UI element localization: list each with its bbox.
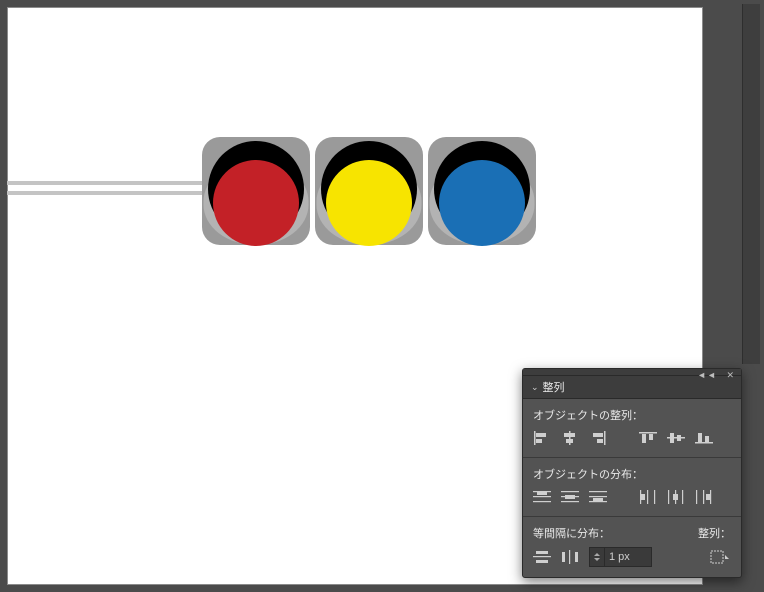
stepper-icon[interactable] [590,548,605,566]
vertical-align-center-button[interactable] [667,429,685,447]
red-bulb [213,160,299,246]
horizontal-distribute-left-button[interactable] [639,488,657,506]
traffic-light [202,137,536,245]
horizontal-distribute-center-button[interactable] [667,488,685,506]
align-objects-label: オブジェクトの整列： [533,407,731,423]
spacing-value-field[interactable] [589,547,652,567]
vertical-align-top-button[interactable] [639,429,657,447]
vertical-distribute-top-button[interactable] [533,488,551,506]
vertical-align-bottom-button[interactable] [695,429,713,447]
horizontal-align-center-button[interactable] [561,429,579,447]
panel-collapse-icon[interactable]: ◄◄ [697,370,717,380]
panel-title: 整列 [543,379,565,395]
vertical-distribute-space-button[interactable] [533,548,551,566]
yellow-bulb [326,160,412,246]
align-panel: ◄◄ ✕ ⌄ 整列 オブジェクトの整列： オブジェクトの分布： [522,368,742,578]
panel-grip[interactable]: ◄◄ ✕ [523,369,741,376]
pole-line-2 [7,191,212,195]
align-to-flyout[interactable] [709,548,731,566]
light-housing-red [202,137,310,245]
section-distribute-objects: オブジェクトの分布： [523,458,741,517]
section-distribute-spacing: 等間隔に分布： 整列： [523,517,741,577]
horizontal-distribute-space-button[interactable] [561,548,579,566]
distribute-objects-label: オブジェクトの分布： [533,466,731,482]
horizontal-distribute-right-button[interactable] [695,488,713,506]
light-housing-yellow [315,137,423,245]
horizontal-align-left-button[interactable] [533,429,551,447]
window-frame: junk-word.com ◄◄ ✕ ⌄ 整列 オブジェクトの整列： [0,0,764,592]
vertical-distribute-bottom-button[interactable] [589,488,607,506]
align-to-label: 整列： [698,525,731,541]
chevron-down-icon: ⌄ [531,382,539,393]
spacing-input[interactable] [605,548,651,566]
distribute-spacing-label: 等間隔に分布： [533,525,610,541]
pole-line-1 [7,181,212,185]
horizontal-align-right-button[interactable] [589,429,607,447]
vertical-scrollbar[interactable] [742,4,760,364]
section-align-objects: オブジェクトの整列： [523,399,741,458]
light-housing-blue [428,137,536,245]
panel-close-icon[interactable]: ✕ [726,370,735,381]
vertical-distribute-center-button[interactable] [561,488,579,506]
blue-bulb [439,160,525,246]
